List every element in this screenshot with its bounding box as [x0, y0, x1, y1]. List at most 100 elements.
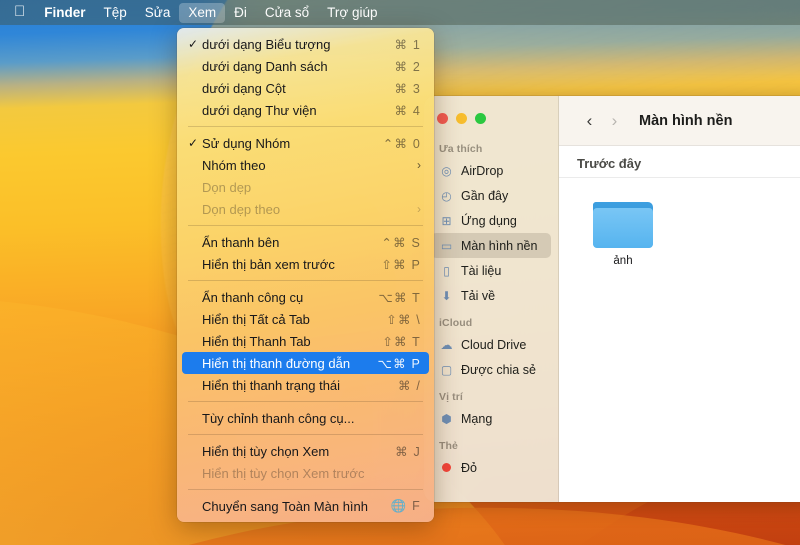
menu-item-nh-m-theo[interactable]: Nhóm theo › [182, 154, 429, 176]
menu-item-hi-n-th-b-n-xem-tr-c[interactable]: Hiển thị bản xem trước ⇧⌘ P [182, 253, 429, 275]
menu-item-shortcut: ⇧⌘ P [381, 257, 421, 272]
checkmark-icon: ✓ [188, 37, 199, 51]
sidebar-item-t-i-li-u[interactable]: ▯ Tài liệu [431, 258, 551, 283]
sidebar-item-cloud-drive[interactable]: ☁ Cloud Drive [431, 332, 551, 357]
airdrop-icon: ◎ [441, 163, 452, 178]
menubar-item-đi[interactable]: Đi [225, 3, 256, 23]
menu-item-label: Hiển thị Tất cả Tab [202, 311, 310, 327]
menu-item-label: dưới dạng Cột [202, 80, 286, 96]
menu-item-chuy-n-sang-to-n-m-n-h-nh[interactable]: Chuyển sang Toàn Màn hình 🌐 F [182, 495, 429, 517]
menu-item-hi-n-th-t-t-c-tab[interactable]: Hiển thị Tất cả Tab ⇧⌘ \ [182, 308, 429, 330]
back-button[interactable]: ‹ [577, 111, 602, 131]
view-menu-dropdown[interactable]: ✓ dưới dạng Biểu tượng ⌘ 1 dưới dạng Danh s… [177, 28, 434, 522]
menubar-item-sửa[interactable]: Sửa [136, 3, 180, 23]
menu-item-n-thanh-b-n[interactable]: Ẩn thanh bên ⌃⌘ S [182, 231, 429, 253]
menu-item-shortcut: ⇧⌘ T [382, 334, 421, 349]
file-item[interactable]: ảnh [587, 202, 659, 267]
chevron-right-icon: › [417, 202, 421, 216]
menu-item-hi-n-th-thanh-tab[interactable]: Hiển thị Thanh Tab ⇧⌘ T [182, 330, 429, 352]
menu-item-label: Chuyển sang Toàn Màn hình [202, 498, 368, 514]
minimize-button[interactable] [456, 112, 467, 124]
folder-icon [593, 202, 653, 250]
sidebar-item-label: Được chia sẻ [461, 362, 536, 377]
menu-item-shortcut: ⌃⌘ S [381, 235, 421, 250]
cloud-icon: ☁ [440, 337, 453, 352]
menu-item-s-d-ng-nh-m[interactable]: ✓ Sử dụng Nhóm ⌃⌘ 0 [182, 132, 429, 154]
sidebar-item-t-i-v[interactable]: ⬇ Tải về [431, 283, 551, 308]
menu-item-hi-n-th-t-y-ch-n-xem[interactable]: Hiển thị tùy chọn Xem ⌘ J [182, 440, 429, 462]
finder-sidebar: Ưa thích ◎ AirDrop ◴ Gần đây ⊞ Ứng dụng ▭ Màn hì… [424, 96, 559, 502]
forward-button[interactable]: › [602, 111, 627, 131]
sidebar-item-m-ng[interactable]: ⬢ Mạng [431, 406, 551, 431]
chevron-right-icon: › [417, 158, 421, 172]
menu-item-label: Hiển thị tùy chọn Xem trước [202, 465, 365, 481]
menu-item-hi-n-th-thanh-ng-d-n[interactable]: Hiển thị thanh đường dẫn ⌥⌘ P [182, 352, 429, 374]
sidebar-header-thẻ: Thẻ [439, 440, 458, 452]
folder-front [593, 208, 653, 248]
apple-logo-icon[interactable]:  [12, 4, 35, 21]
menu-item-shortcut: ⌘ 4 [394, 103, 421, 118]
menu-separator [188, 401, 423, 402]
sidebar-item-label: Màn hình nền [461, 238, 538, 253]
menu-item-shortcut: ⇧⌘ \ [386, 312, 421, 327]
zoom-button[interactable] [475, 112, 486, 124]
file-label: ảnh [613, 255, 633, 267]
sidebar-item-label: Đỏ [461, 460, 477, 475]
sidebar-item-g-n-y[interactable]: ◴ Gần đây [431, 183, 551, 208]
menu-separator [188, 489, 423, 490]
desktop-icon: ▭ [440, 238, 453, 253]
finder-window: Ưa thích ◎ AirDrop ◴ Gần đây ⊞ Ứng dụng ▭ Màn hì… [424, 96, 800, 502]
close-button[interactable] [437, 112, 448, 124]
sidebar-header-vị-trí: Vị trí [439, 391, 463, 403]
menu-item-label: Hiển thị thanh đường dẫn [202, 355, 351, 371]
sidebar-item-ng-d-ng[interactable]: ⊞ Ứng dụng [431, 208, 551, 233]
menubar-item-trợ-giúp[interactable]: Trợ giúp [318, 3, 386, 23]
file-grid: ảnh [559, 178, 800, 267]
menu-item-label: Hiển thị bản xem trước [202, 256, 335, 272]
sidebar-item-label: Tải về [461, 288, 496, 303]
sidebar-item-c-chia-s[interactable]: ▢ Được chia sẻ [431, 357, 551, 382]
apps-icon: ⊞ [441, 213, 452, 228]
menu-item-shortcut: ⌘ J [395, 444, 421, 459]
menubar-item-finder[interactable]: Finder [35, 3, 94, 23]
desktop-screen: Ưa thích ◎ AirDrop ◴ Gần đây ⊞ Ứng dụng ▭ Màn hì… [0, 0, 800, 545]
menu-item-d-i-d-ng-th-vi-n[interactable]: dưới dạng Thư viện ⌘ 4 [182, 99, 429, 121]
finder-toolbar: ‹ › Màn hình nền [559, 96, 800, 146]
menu-separator [188, 126, 423, 127]
sidebar-item-[interactable]: Đỏ [431, 455, 551, 480]
menu-item-shortcut: ⌘ 2 [394, 59, 421, 74]
sidebar-item-m-n-h-nh-n-n[interactable]: ▭ Màn hình nền [431, 233, 551, 258]
menu-item-label: Hiển thị tùy chọn Xem [202, 443, 330, 459]
menubar-item-xem[interactable]: Xem [179, 2, 226, 23]
network-icon: ⬢ [441, 411, 452, 426]
documents-icon: ▯ [443, 263, 450, 278]
sidebar-item-label: AirDrop [461, 163, 504, 178]
sidebar-item-airdrop[interactable]: ◎ AirDrop [431, 158, 551, 183]
menubar-item-tệp[interactable]: Tệp [95, 3, 136, 23]
clock-icon: ◴ [441, 188, 452, 203]
menu-item-d-n-d-p-theo: Dọn dẹp theo › [182, 198, 429, 220]
menu-item-shortcut: ⌥⌘ P [377, 356, 421, 371]
menu-separator [188, 434, 423, 435]
menu-separator [188, 225, 423, 226]
menu-item-d-i-d-ng-danh-s-ch[interactable]: dưới dạng Danh sách ⌘ 2 [182, 55, 429, 77]
menu-item-shortcut: ⌥⌘ T [378, 290, 421, 305]
menu-item-label: Dọn dẹp [202, 179, 252, 195]
shared-icon: ▢ [440, 362, 453, 377]
finder-content: ‹ › Màn hình nền Trước đây ảnh [559, 96, 800, 502]
menu-item-label: Hiển thị thanh trạng thái [202, 377, 341, 393]
sidebar-item-label: Cloud Drive [461, 337, 527, 352]
menubar-item-cửa-sổ[interactable]: Cửa sổ [256, 3, 318, 23]
menu-item-label: Ẩn thanh bên [202, 234, 280, 250]
menu-item-label: dưới dạng Danh sách [202, 58, 328, 74]
menu-item-d-i-d-ng-c-t[interactable]: dưới dạng Cột ⌘ 3 [182, 77, 429, 99]
menu-item-d-i-d-ng-bi-u-t-ng[interactable]: ✓ dưới dạng Biểu tượng ⌘ 1 [182, 33, 429, 55]
menu-item-n-thanh-c-ng-c[interactable]: Ẩn thanh công cụ ⌥⌘ T [182, 286, 429, 308]
menu-item-t-y-ch-nh-thanh-c-ng-c[interactable]: Tùy chỉnh thanh công cụ... [182, 407, 429, 429]
menu-item-shortcut: ⌘ / [397, 378, 421, 393]
menu-item-hi-n-th-t-y-ch-n-xem-tr-c: Hiển thị tùy chọn Xem trước [182, 462, 429, 484]
menu-item-hi-n-th-thanh-tr-ng-th-i[interactable]: Hiển thị thanh trạng thái ⌘ / [182, 374, 429, 396]
sidebar-list: Ưa thích ◎ AirDrop ◴ Gần đây ⊞ Ứng dụng ▭ Màn hì… [424, 134, 558, 480]
sidebar-header-ưa-thích: Ưa thích [439, 143, 483, 155]
downloads-icon: ⬇ [441, 288, 452, 303]
